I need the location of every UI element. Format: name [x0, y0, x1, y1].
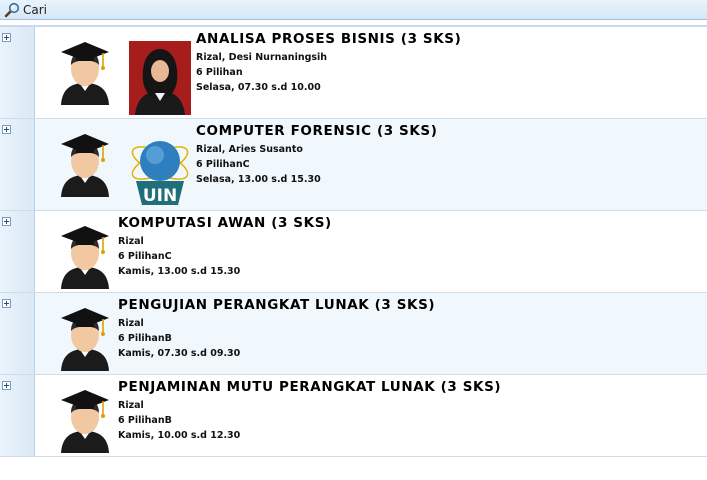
graduate-avatar-icon: [59, 39, 111, 107]
plus-box-icon[interactable]: [2, 299, 11, 308]
plus-box-icon[interactable]: [2, 381, 11, 390]
plus-box-icon[interactable]: [2, 217, 11, 226]
course-info: PENGUJIAN PERANGKAT LUNAK (3 SKS) Rizal …: [118, 297, 435, 361]
course-class: 6 PilihanB: [118, 415, 172, 426]
search-button[interactable]: Cari: [4, 1, 47, 19]
course-schedule: Selasa, 13.00 s.d 15.30: [196, 174, 321, 185]
plus-box-icon[interactable]: [2, 125, 11, 134]
course-class: 6 PilihanB: [118, 333, 172, 344]
lecturer-photo: [129, 41, 191, 115]
course-info: COMPUTER FORENSIC (3 SKS) Rizal, Aries S…: [196, 123, 438, 187]
course-title[interactable]: ANALISA PROSES BISNIS (3 SKS): [196, 31, 461, 48]
course-class: 6 PilihanC: [118, 251, 172, 262]
list-item: PENGUJIAN PERANGKAT LUNAK (3 SKS) Rizal …: [0, 293, 707, 375]
course-class: 6 Pilihan: [196, 67, 243, 78]
course-lecturer: Rizal: [118, 236, 144, 247]
toolbar: Cari: [0, 0, 707, 20]
course-title[interactable]: KOMPUTASI AWAN (3 SKS): [118, 215, 332, 232]
course-schedule: Kamis, 07.30 s.d 09.30: [118, 348, 241, 359]
course-schedule: Kamis, 10.00 s.d 12.30: [118, 430, 241, 441]
course-lecturer: Rizal: [118, 400, 144, 411]
search-label: Cari: [23, 2, 47, 17]
list-item: ANALISA PROSES BISNIS (3 SKS) Rizal, Des…: [0, 27, 707, 119]
course-lecturer: Rizal, Aries Susanto: [196, 144, 303, 155]
graduate-avatar-icon: [59, 131, 111, 199]
svg-text:UIN: UIN: [143, 186, 177, 206]
graduate-avatar-icon: [59, 223, 111, 291]
list-item: KOMPUTASI AWAN (3 SKS) Rizal 6 PilihanC …: [0, 211, 707, 293]
list-item: PENJAMINAN MUTU PERANGKAT LUNAK (3 SKS) …: [0, 375, 707, 457]
course-info: ANALISA PROSES BISNIS (3 SKS) Rizal, Des…: [196, 31, 461, 95]
course-info: KOMPUTASI AWAN (3 SKS) Rizal 6 PilihanC …: [118, 215, 332, 279]
list-item: UIN COMPUTER FORENSIC (3 SKS) Rizal, Ari…: [0, 119, 707, 211]
graduate-avatar-icon: [59, 387, 111, 455]
course-schedule: Selasa, 07.30 s.d 10.00: [196, 82, 321, 93]
uin-logo: UIN: [128, 133, 192, 207]
course-lecturer: Rizal: [118, 318, 144, 329]
course-title[interactable]: PENJAMINAN MUTU PERANGKAT LUNAK (3 SKS): [118, 379, 501, 396]
course-title[interactable]: COMPUTER FORENSIC (3 SKS): [196, 123, 438, 140]
magnifier-icon: [4, 2, 20, 18]
course-class: 6 PilihanC: [196, 159, 250, 170]
plus-box-icon[interactable]: [2, 33, 11, 42]
course-title[interactable]: PENGUJIAN PERANGKAT LUNAK (3 SKS): [118, 297, 435, 314]
course-lecturer: Rizal, Desi Nurnaningsih: [196, 52, 328, 63]
course-info: PENJAMINAN MUTU PERANGKAT LUNAK (3 SKS) …: [118, 379, 501, 443]
course-schedule: Kamis, 13.00 s.d 15.30: [118, 266, 241, 277]
course-list: ANALISA PROSES BISNIS (3 SKS) Rizal, Des…: [0, 25, 707, 457]
graduate-avatar-icon: [59, 305, 111, 373]
